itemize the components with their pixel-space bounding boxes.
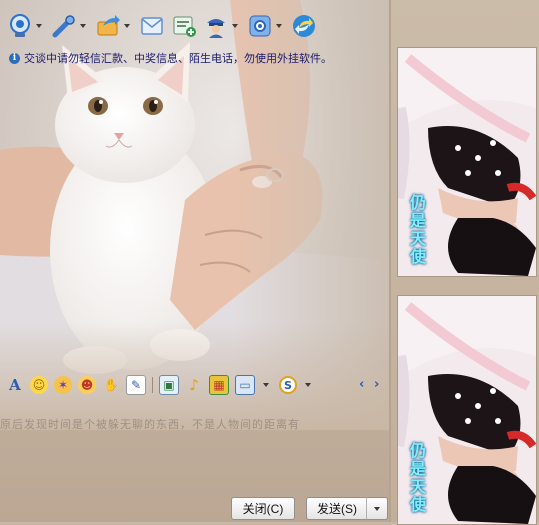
- emoji-icon: ☺: [32, 378, 46, 392]
- chevron-down-icon: [374, 506, 380, 511]
- picture-caption: 仍是天使: [407, 194, 426, 266]
- message-icon: [138, 12, 166, 40]
- format-toolbar: A ☺ ✶ ☻ ✋ ✎ ▣ ♪ ▦ ▭ S: [6, 374, 315, 396]
- send-file-button[interactable]: [94, 10, 134, 42]
- notice-text: 交谈中请勿轻信汇款、中奖信息、陌生电话，勿使用外挂软件。: [24, 52, 332, 65]
- more-icon: [290, 12, 318, 40]
- send-button[interactable]: 发送(S): [306, 497, 368, 520]
- side-picture-1: 仍是天使: [397, 47, 537, 277]
- emoji-button[interactable]: ☺: [30, 376, 48, 394]
- font-icon: A: [9, 376, 21, 394]
- user-icon: [202, 12, 230, 40]
- close-button[interactable]: 关闭(C): [231, 497, 295, 520]
- settings-button[interactable]: [246, 10, 286, 42]
- chat-toolbar: [6, 10, 318, 44]
- magic-emoji-button[interactable]: ✶: [54, 376, 72, 394]
- side-picture-2: 仍是天使: [397, 295, 537, 525]
- app-button[interactable]: [170, 10, 198, 42]
- app-icon: [170, 12, 198, 40]
- music-icon: ♪: [189, 376, 199, 394]
- search-dropdown-arrow[interactable]: [305, 383, 311, 387]
- message-button[interactable]: [138, 10, 166, 42]
- wink-button[interactable]: ☻: [78, 376, 96, 394]
- gift-icon: ▦: [213, 378, 225, 392]
- font-button[interactable]: A: [6, 376, 24, 394]
- security-notice: i 交谈中请勿轻信汇款、中奖信息、陌生电话，勿使用外挂软件。: [9, 50, 332, 66]
- format-next-button[interactable]: ›: [374, 377, 379, 392]
- voice-call-button[interactable]: [50, 10, 90, 42]
- settings-icon: [246, 12, 274, 40]
- format-prev-button[interactable]: ‹: [359, 377, 364, 392]
- image-button[interactable]: ▣: [159, 375, 179, 395]
- screenshot-button[interactable]: ▭: [235, 375, 255, 395]
- search-icon: S: [284, 378, 292, 392]
- wink-icon: ☻: [80, 378, 94, 392]
- screenshot-dropdown-arrow[interactable]: [263, 383, 269, 387]
- gift-button[interactable]: ▦: [209, 375, 229, 395]
- search-button[interactable]: S: [279, 376, 297, 394]
- panel-divider[interactable]: [389, 0, 391, 522]
- info-icon: i: [9, 52, 20, 64]
- signature-text: 原后发现时间是个被躲无聊的东西，不是人物间的距离有: [0, 418, 300, 431]
- music-button[interactable]: ♪: [185, 376, 203, 394]
- send-options-button[interactable]: [366, 497, 388, 520]
- magic-emoji-icon: ✶: [57, 378, 69, 392]
- chat-input-area: i 交谈中请勿轻信汇款、中奖信息、陌生电话，勿使用外挂软件。 A ☺ ✶ ☻ ✋…: [0, 0, 389, 522]
- video-call-button[interactable]: [6, 10, 46, 42]
- hand-button[interactable]: ✋: [102, 376, 120, 394]
- doodle-button[interactable]: ✎: [126, 375, 146, 395]
- hand-icon: ✋: [103, 378, 119, 392]
- user-button[interactable]: [202, 10, 242, 42]
- doodle-icon: ✎: [130, 378, 142, 392]
- screenshot-icon: ▭: [239, 378, 251, 392]
- voice-icon: [50, 12, 78, 40]
- more-button[interactable]: [290, 10, 318, 42]
- send-file-icon: [94, 12, 122, 40]
- picture-caption: 仍是天使: [407, 442, 426, 514]
- video-icon: [6, 12, 34, 40]
- toolbar-divider: [152, 377, 153, 393]
- image-icon: ▣: [163, 378, 175, 392]
